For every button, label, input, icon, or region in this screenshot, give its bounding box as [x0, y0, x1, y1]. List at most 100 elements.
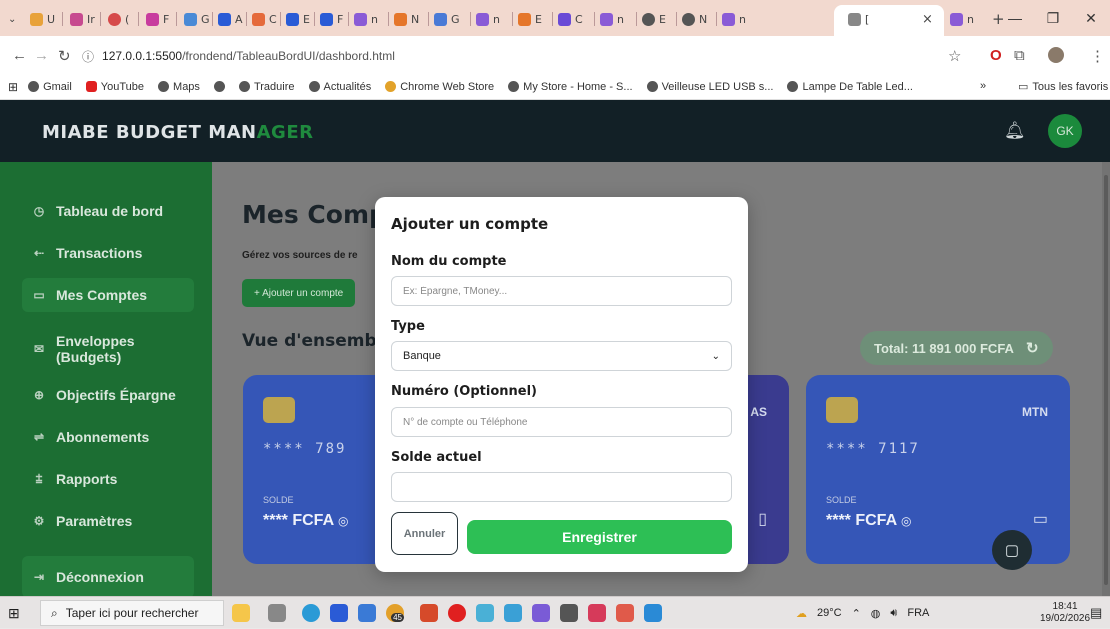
back-icon[interactable]: ← — [12, 47, 27, 64]
photos-icon[interactable] — [504, 604, 522, 622]
eye-icon[interactable]: ◎ — [338, 514, 348, 528]
card-balance: **** FCFA ◎ — [826, 512, 912, 529]
tab-5[interactable]: G — [184, 8, 210, 30]
tab-search-icon[interactable]: ⌄ — [8, 8, 16, 30]
cancel-button[interactable]: Annuler — [391, 512, 458, 555]
app-icon[interactable] — [532, 604, 550, 622]
edge-icon[interactable] — [302, 604, 320, 622]
extensions-icon[interactable]: ⧉ — [1014, 47, 1025, 64]
bookmark-unnamed[interactable] — [213, 81, 225, 92]
bookmarks-overflow-icon[interactable]: » — [980, 80, 986, 92]
bookmark-youtube[interactable]: YouTube — [85, 81, 144, 93]
sidebar-item-objectifs-epargne[interactable]: ⊕ Objectifs Épargne — [22, 378, 194, 412]
add-account-button[interactable]: + Ajouter un compte — [242, 279, 356, 307]
bookmark-lampe[interactable]: Lampe De Table Led... — [787, 81, 913, 93]
sidebar-item-abonnements[interactable]: ⇌ Abonnements — [22, 420, 194, 454]
app-icon[interactable] — [476, 604, 494, 622]
refresh-icon[interactable]: ↻ — [1026, 339, 1039, 357]
tab-8[interactable]: E — [286, 8, 310, 30]
tab-1[interactable]: U — [30, 8, 55, 30]
language-indicator[interactable]: FRA — [907, 607, 929, 619]
windows-start-icon[interactable]: ⊞ — [8, 605, 20, 622]
powerpoint-icon[interactable] — [420, 604, 438, 622]
word-icon[interactable] — [330, 604, 348, 622]
all-bookmarks-folder[interactable]: ▭ Tous les favoris — [1018, 80, 1108, 94]
forward-icon[interactable]: → — [34, 47, 49, 64]
scrollbar-thumb[interactable] — [1104, 175, 1108, 585]
clock[interactable]: 18:41 19/02/2026 — [1040, 601, 1090, 625]
bell-icon[interactable]: 🔔︎ — [1004, 121, 1026, 141]
avatar[interactable]: GK — [1048, 114, 1082, 148]
tab-13[interactable]: n — [476, 8, 500, 30]
tab-19[interactable]: n — [722, 8, 746, 30]
tab-6[interactable]: A — [218, 8, 243, 30]
sidebar-item-parametres[interactable]: ⚙ Paramètres — [22, 504, 194, 538]
terminal-icon[interactable] — [560, 604, 578, 622]
tab-21[interactable]: n — [950, 8, 974, 30]
tray-expand-icon[interactable]: ⌃ — [852, 607, 861, 620]
tab-3[interactable]: ( — [108, 8, 129, 30]
bookmark-actualites[interactable]: Actualités — [308, 81, 371, 93]
tab-15[interactable]: C — [558, 8, 583, 30]
app-icon[interactable] — [616, 604, 634, 622]
close-window-icon[interactable]: ✕ — [1072, 0, 1110, 36]
bookmark-maps[interactable]: Maps — [158, 81, 200, 93]
type-select[interactable]: Banque ⌄ — [391, 341, 732, 371]
taskbar-search[interactable]: ⌕ Taper ici pour rechercher — [40, 600, 224, 626]
bookmark-star-icon[interactable]: ☆ — [948, 47, 961, 65]
menu-icon[interactable]: ⋮ — [1090, 47, 1105, 65]
bookmark-traduire[interactable]: Traduire — [238, 81, 295, 93]
bookmark-my-store[interactable]: My Store - Home - S... — [508, 81, 633, 93]
network-icon[interactable]: ◍ — [871, 607, 881, 620]
apps-grid-icon[interactable]: ⊞ — [8, 80, 18, 94]
tab-12[interactable]: G — [434, 8, 460, 30]
close-tab-icon[interactable]: × — [922, 8, 933, 30]
weather-temp[interactable]: 29°C — [817, 607, 842, 619]
bookmark-gmail[interactable]: Gmail — [28, 81, 72, 93]
tab-11[interactable]: N — [394, 8, 419, 30]
file-explorer-icon[interactable] — [358, 604, 376, 622]
bookmark-chrome-web-store[interactable]: Chrome Web Store — [385, 81, 494, 93]
maximize-icon[interactable]: ❐ — [1034, 0, 1072, 36]
profile-avatar[interactable] — [1048, 47, 1064, 63]
reload-icon[interactable]: ↻ — [58, 47, 71, 65]
opera-extension-icon[interactable]: O — [990, 47, 1002, 64]
sidebar-item-tableau-de-bord[interactable]: ◷ Tableau de bord — [22, 194, 194, 228]
minimize-icon[interactable]: — — [996, 0, 1034, 36]
notifications-icon[interactable]: ▤ — [1090, 605, 1102, 621]
balance-input[interactable] — [391, 472, 732, 502]
vscode-icon[interactable] — [644, 604, 662, 622]
sidebar-item-transactions[interactable]: ⇠ Transactions — [22, 236, 194, 270]
eye-icon[interactable]: ◎ — [901, 514, 911, 528]
tab-17[interactable]: E — [642, 8, 666, 30]
tab-10[interactable]: n — [354, 8, 378, 30]
url-field[interactable]: ⓘ 127.0.0.1:5500/frondend/TableauBordUI/… — [76, 42, 966, 70]
site-info-icon[interactable]: ⓘ — [82, 48, 94, 65]
app-icon[interactable] — [588, 604, 606, 622]
tab-2[interactable]: Ir — [70, 8, 95, 30]
bookmark-veilleuse[interactable]: Veilleuse LED USB s... — [646, 81, 773, 93]
account-card[interactable]: MTN **** 7117 SOLDE **** FCFA ◎ ▭ — [806, 375, 1070, 564]
tab-14[interactable]: E — [518, 8, 542, 30]
sidebar-item-rapports[interactable]: ⩲ Rapports — [22, 462, 194, 496]
logout-button[interactable]: ⇥ Déconnexion — [22, 556, 194, 596]
opera-icon[interactable] — [448, 604, 466, 622]
volume-icon[interactable]: 🔊︎ — [890, 607, 897, 620]
tab-9[interactable]: F — [320, 8, 343, 30]
sidebar-item-enveloppes[interactable]: ✉ Enveloppes (Budgets) — [22, 328, 194, 370]
sidebar-item-mes-comptes[interactable]: ▭ Mes Comptes — [22, 278, 194, 312]
chat-button[interactable]: ▢ — [992, 530, 1032, 570]
tab-18[interactable]: N — [682, 8, 707, 30]
chrome-icon[interactable]: 45 — [386, 604, 404, 622]
save-button[interactable]: Enregistrer — [467, 520, 732, 554]
tab-7[interactable]: C — [252, 8, 277, 30]
tab-16[interactable]: n — [600, 8, 624, 30]
tab-favicon — [722, 12, 735, 26]
weather-icon[interactable]: ☁ — [796, 607, 807, 620]
widgets-icon[interactable] — [232, 604, 250, 622]
task-view-icon[interactable] — [268, 604, 286, 622]
number-input[interactable] — [391, 407, 732, 437]
card-operator: AS — [750, 405, 767, 419]
tab-4[interactable]: F — [146, 8, 169, 30]
account-name-input[interactable] — [391, 276, 732, 306]
